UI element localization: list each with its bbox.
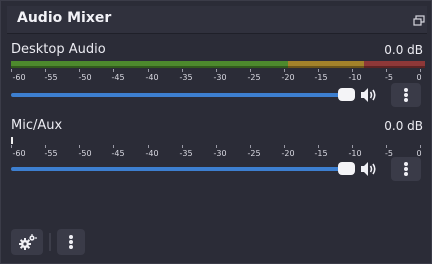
scale-tick	[284, 69, 285, 72]
volume-meter	[11, 137, 425, 144]
scale-tick	[45, 69, 46, 72]
dock-titlebar: Audio Mixer	[7, 6, 427, 34]
volume-meter	[11, 61, 425, 68]
scale-label: -55	[44, 149, 58, 158]
volume-slider[interactable]	[11, 162, 356, 176]
speaker-icon[interactable]	[360, 161, 378, 177]
meter-peak-marker	[11, 137, 13, 144]
scale-tick	[182, 69, 183, 72]
audio-mixer-dock: Audio Mixer Desktop Audio 0.0 dB -60 -55…	[0, 0, 432, 264]
channel-menu-button[interactable]	[391, 83, 421, 107]
scale-label: -25	[247, 73, 261, 82]
scale-tick	[318, 145, 319, 148]
scale-tick	[79, 145, 80, 148]
scale-tick	[386, 69, 387, 72]
scale-label: -20	[281, 149, 295, 158]
scale-tick	[11, 69, 12, 72]
dock-title: Audio Mixer	[17, 10, 112, 26]
scale-label: -50	[78, 73, 92, 82]
scale-label: -60	[12, 149, 26, 158]
channel-mic-aux: Mic/Aux 0.0 dB -60 -55 -50 -45 -40 -35 -…	[11, 118, 425, 188]
scale-tick	[352, 69, 353, 72]
toolbar-separator	[49, 233, 51, 251]
meter-scale: -60 -55 -50 -45 -40 -35 -30 -25 -20 -15 …	[11, 69, 425, 85]
scale-label: -35	[179, 149, 193, 158]
scale-tick	[148, 145, 149, 148]
scale-label: -40	[145, 73, 159, 82]
scale-label: -20	[281, 73, 295, 82]
channel-name: Mic/Aux	[11, 118, 63, 133]
scale-tick	[113, 145, 114, 148]
scale-label: -45	[111, 73, 125, 82]
scale-label: -30	[213, 149, 227, 158]
scale-tick	[420, 69, 421, 72]
scale-label: -10	[348, 149, 362, 158]
volume-slider[interactable]	[11, 88, 356, 102]
scale-label: -55	[44, 73, 58, 82]
scale-tick	[250, 145, 251, 148]
scale-tick	[182, 145, 183, 148]
meter-peak-line	[11, 66, 425, 68]
scale-tick	[45, 145, 46, 148]
scale-label: -50	[78, 149, 92, 158]
slider-track	[11, 167, 341, 171]
scale-label: -5	[385, 149, 393, 158]
slider-track	[11, 93, 341, 97]
scale-tick	[216, 145, 217, 148]
scale-label: -5	[385, 73, 393, 82]
slider-handle[interactable]	[338, 88, 355, 101]
scale-tick	[420, 145, 421, 148]
scale-label: 0	[416, 73, 422, 82]
scale-tick	[284, 145, 285, 148]
scale-label: -35	[179, 73, 193, 82]
scale-tick	[318, 69, 319, 72]
scale-label: -60	[12, 73, 26, 82]
scale-tick	[11, 145, 12, 148]
channel-desktop-audio: Desktop Audio 0.0 dB -60 -55 -50 -45 -40…	[11, 42, 425, 112]
channel-level: 0.0 dB	[384, 119, 423, 133]
scale-label: -10	[348, 73, 362, 82]
speaker-icon[interactable]	[360, 87, 378, 103]
scale-tick	[216, 69, 217, 72]
scale-tick	[250, 69, 251, 72]
channel-menu-button[interactable]	[391, 157, 421, 181]
slider-handle[interactable]	[338, 162, 355, 175]
scale-label: -25	[247, 149, 261, 158]
scale-tick	[352, 145, 353, 148]
scale-tick	[148, 69, 149, 72]
scale-label: -30	[213, 73, 227, 82]
float-icon[interactable]	[413, 12, 425, 26]
advanced-audio-properties-button[interactable]	[11, 229, 43, 255]
meter-scale: -60 -55 -50 -45 -40 -35 -30 -25 -20 -15 …	[11, 145, 425, 161]
scale-tick	[79, 69, 80, 72]
scale-tick	[386, 145, 387, 148]
scale-label: -15	[314, 73, 328, 82]
scale-label: -45	[111, 149, 125, 158]
scale-tick	[113, 69, 114, 72]
channel-name: Desktop Audio	[11, 42, 106, 57]
scale-label: -40	[145, 149, 159, 158]
scale-label: -15	[314, 149, 328, 158]
channel-level: 0.0 dB	[384, 43, 423, 57]
gear-icon	[11, 234, 43, 259]
mixer-toolbar	[11, 229, 131, 257]
mixer-menu-button[interactable]	[57, 229, 85, 255]
